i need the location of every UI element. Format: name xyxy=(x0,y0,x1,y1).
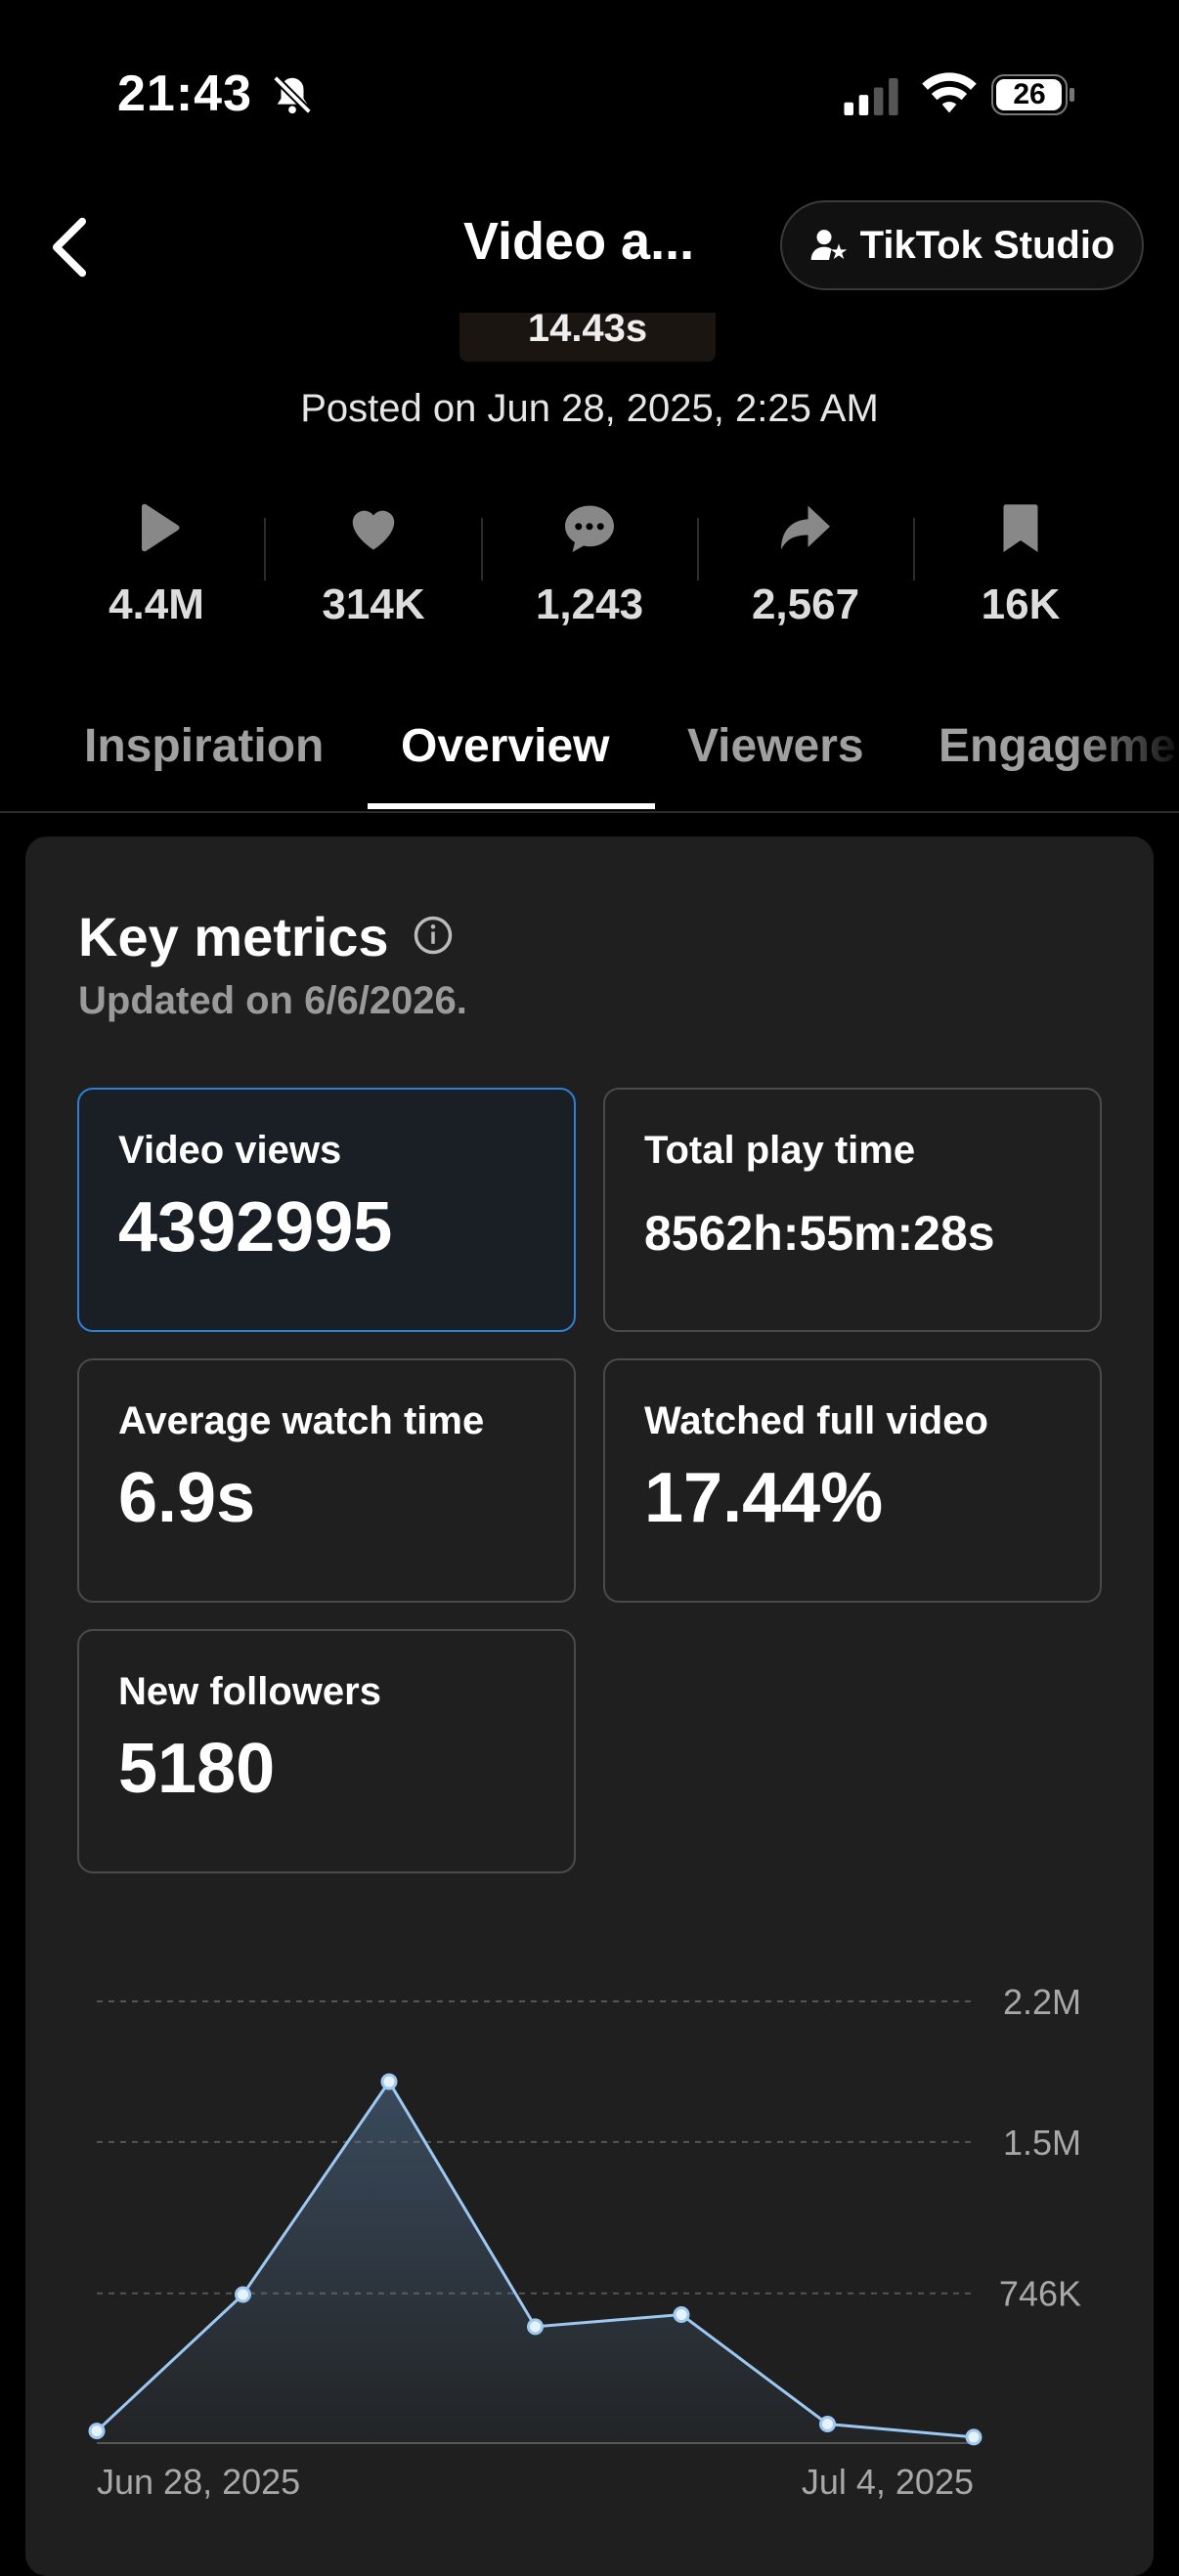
metric-value: 5180 xyxy=(118,1730,276,1808)
data-point xyxy=(965,2428,982,2446)
share-icon xyxy=(781,505,830,550)
metric-label: Video views xyxy=(118,1129,342,1172)
tab-viewers[interactable]: Viewers xyxy=(687,719,864,773)
video-thumbnail[interactable]: 14.43s xyxy=(459,313,716,362)
stat-likes: 314K xyxy=(276,489,471,629)
y-tick-label: 746K xyxy=(999,2274,1081,2314)
analytics-tabs: Inspiration Overview Viewers Engagement xyxy=(0,684,1179,813)
metric-tile-new-followers[interactable]: New followers 5180 xyxy=(77,1629,576,1873)
metric-value: 6.9s xyxy=(118,1459,256,1537)
x-tick-label: Jun 28, 2025 xyxy=(97,2462,300,2502)
metric-label: New followers xyxy=(118,1670,381,1713)
metric-label: Total play time xyxy=(644,1129,916,1172)
metric-label: Watched full video xyxy=(644,1399,988,1442)
tiktok-studio-label: TikTok Studio xyxy=(859,223,1115,267)
metric-tile-watched-full-video[interactable]: Watched full video 17.44% xyxy=(603,1358,1102,1603)
data-point xyxy=(88,2423,106,2440)
divider xyxy=(481,518,483,580)
creator-person-icon xyxy=(810,230,847,260)
tiktok-studio-button[interactable]: TikTok Studio xyxy=(780,200,1144,290)
data-point xyxy=(673,2306,690,2324)
wifi-icon xyxy=(922,72,977,113)
video-views-chart: 746K 1.5M 2.2M Jun 28, 2025 Jul 4, 2025 xyxy=(88,1982,1081,2502)
metric-value: 4392995 xyxy=(118,1188,393,1267)
battery-icon: 26 xyxy=(991,72,1075,117)
tabs-scroll-fade xyxy=(1071,684,1179,811)
data-point xyxy=(527,2318,544,2336)
data-point xyxy=(380,2073,398,2090)
info-icon[interactable] xyxy=(413,915,454,956)
updated-date: Updated on 6/6/2026. xyxy=(78,979,467,1022)
video-stats-row: 4.4M 314K 1,243 2,567 16K xyxy=(0,489,1179,645)
metric-value: 17.44% xyxy=(644,1459,884,1537)
stat-comments: 1,243 xyxy=(492,489,687,629)
stat-saves: 16K xyxy=(923,489,1118,629)
tab-inspiration[interactable]: Inspiration xyxy=(84,719,324,773)
page-title: Video a... xyxy=(463,212,695,271)
x-tick-label: Jul 4, 2025 xyxy=(802,2462,974,2502)
metric-tile-video-views[interactable]: Video views 4392995 xyxy=(77,1088,576,1332)
comment-icon xyxy=(565,505,614,552)
y-tick-label: 1.5M xyxy=(1003,2123,1081,2163)
tab-overview[interactable]: Overview xyxy=(401,719,609,773)
data-point xyxy=(819,2415,836,2432)
divider xyxy=(264,518,266,580)
video-duration: 14.43s xyxy=(527,313,648,350)
key-metrics-title: Key metrics xyxy=(78,906,389,967)
metric-label: Average watch time xyxy=(118,1399,485,1442)
silent-bell-icon xyxy=(273,75,312,114)
active-tab-indicator xyxy=(368,803,655,809)
divider xyxy=(913,518,915,580)
back-arrow-icon[interactable] xyxy=(45,215,94,279)
key-metrics-card: Key metrics Updated on 6/6/2026. Video v… xyxy=(25,837,1154,2576)
stat-value: 4.4M xyxy=(109,580,204,628)
stat-shares: 2,567 xyxy=(708,489,903,629)
bookmark-icon xyxy=(1003,504,1038,552)
data-point xyxy=(235,2286,251,2303)
heart-icon xyxy=(352,510,395,550)
status-bar: 21:43 26 xyxy=(0,0,1179,186)
metric-tile-average-watch-time[interactable]: Average watch time 6.9s xyxy=(77,1358,576,1603)
y-tick-label: 2.2M xyxy=(1003,1982,1081,2022)
metric-tile-total-play-time[interactable]: Total play time 8562h:55m:28s xyxy=(603,1088,1102,1332)
posted-date: Posted on Jun 28, 2025, 2:25 AM xyxy=(300,387,879,430)
area-fill xyxy=(97,2082,974,2443)
battery-level: 26 xyxy=(1013,78,1046,110)
metric-value: 8562h:55m:28s xyxy=(644,1206,995,1261)
stat-value: 1,243 xyxy=(535,580,644,628)
cellular-signal-icon xyxy=(844,78,898,115)
play-icon xyxy=(142,503,180,552)
stat-value: 314K xyxy=(322,580,425,628)
stat-value: 16K xyxy=(981,580,1061,628)
status-time: 21:43 xyxy=(117,65,252,122)
stat-value: 2,567 xyxy=(751,580,860,628)
divider xyxy=(697,518,699,580)
stat-views: 4.4M xyxy=(59,489,254,629)
